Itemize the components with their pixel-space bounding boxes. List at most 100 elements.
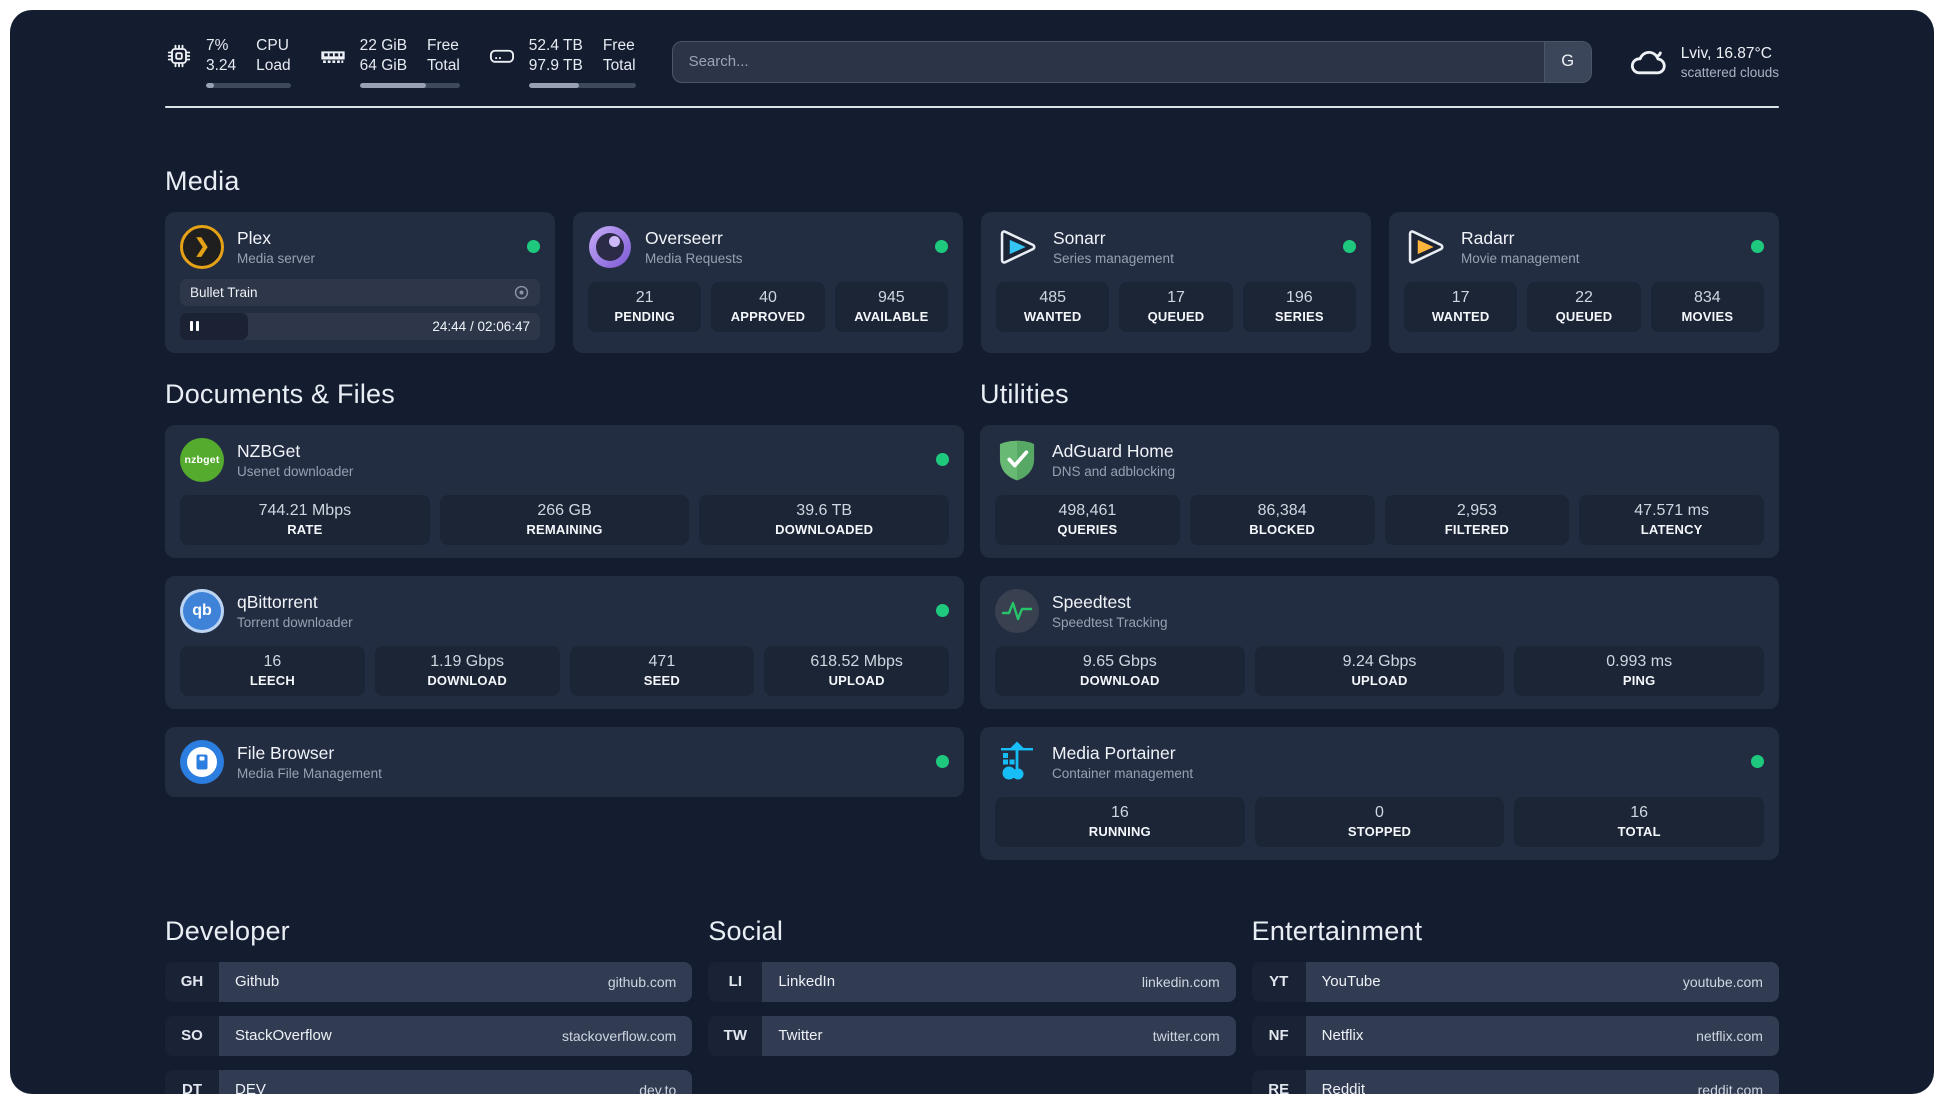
status-dot-online <box>1751 240 1764 254</box>
link-row-twitter[interactable]: TW Twitter twitter.com <box>708 1015 1236 1056</box>
ram-icon <box>320 51 345 63</box>
search-input[interactable] <box>672 41 1544 82</box>
app-subtitle: Series management <box>1053 250 1174 266</box>
app-title: NZBGet <box>237 440 301 461</box>
header-divider <box>165 105 1779 108</box>
cloud-icon <box>1630 50 1666 75</box>
app-card-filebrowser[interactable]: File Browser Media File Management <box>165 726 964 797</box>
link-row-dev[interactable]: DT DEV dev.to <box>165 1069 693 1094</box>
section-documents: Documents & Files nzbget NZBGet Usenet d… <box>165 379 964 860</box>
portainer-icon <box>1001 741 1033 780</box>
cpu-labels: CPU Load <box>256 37 291 75</box>
stat-tile: 744.21 Mbps RATE <box>180 494 430 545</box>
stat-tile: 16 LEECH <box>180 645 365 696</box>
link-url: youtube.com <box>1682 973 1763 990</box>
app-title: Plex <box>237 227 272 248</box>
app-title: Radarr <box>1461 227 1515 248</box>
weather-condition: scattered clouds <box>1680 64 1779 80</box>
stat-tile: 2,953 FILTERED <box>1384 494 1570 545</box>
stat-tile: 485 WANTED <box>996 281 1110 332</box>
link-label: Reddit <box>1321 1081 1366 1094</box>
app-title: Sonarr <box>1053 227 1106 248</box>
app-card-radarr[interactable]: Radarr Movie management 17 WANTED 22 QUE… <box>1389 211 1779 353</box>
section-title-social: Social <box>708 915 784 946</box>
sonarr-icon <box>1000 230 1036 264</box>
weather-widget: Lviv, 16.87°C scattered clouds <box>1628 42 1779 82</box>
stat-tile: 47.571 ms LATENCY <box>1579 494 1764 545</box>
stat-tile: 86,384 BLOCKED <box>1189 494 1375 545</box>
stat-tile: 0 STOPPED <box>1254 796 1505 847</box>
link-label: YouTube <box>1321 973 1381 991</box>
app-subtitle: Movie management <box>1461 250 1580 266</box>
ram-progress-bar <box>359 82 460 88</box>
stat-tile: 1.19 Gbps DOWNLOAD <box>374 645 560 696</box>
link-abbr: NF <box>1251 1015 1306 1056</box>
app-card-portainer[interactable]: Media Portainer Container management 16 … <box>980 726 1779 860</box>
playback-progress-bar[interactable]: 24:44 / 02:06:47 <box>180 312 540 340</box>
disk-progress-bar <box>528 82 636 88</box>
app-card-plex[interactable]: ❯ Plex Media server Bullet Train 24:44 /… <box>165 211 555 353</box>
search-engine-button[interactable]: G <box>1543 41 1591 82</box>
app-subtitle: Torrent downloader <box>237 614 353 630</box>
app-card-overseerr[interactable]: Overseerr Media Requests 21 PENDING 40 A… <box>573 211 963 353</box>
app-card-qbittorrent[interactable]: qb qBittorrent Torrent downloader 16 LEE… <box>165 575 964 709</box>
link-label: DEV <box>235 1081 266 1094</box>
link-url: github.com <box>607 973 677 990</box>
cpu-progress-fill <box>206 82 214 88</box>
link-row-github[interactable]: GH Github github.com <box>165 961 693 1002</box>
link-row-stackoverflow[interactable]: SO StackOverflow stackoverflow.com <box>165 1015 693 1056</box>
link-url: netflix.com <box>1696 1027 1763 1044</box>
link-row-netflix[interactable]: NF Netflix netflix.com <box>1251 1015 1779 1056</box>
stat-tile: 945 AVAILABLE <box>834 281 948 332</box>
ram-values: 22 GiB 64 GiB <box>359 37 408 75</box>
link-label: Netflix <box>1321 1027 1364 1045</box>
app-card-nzbget[interactable]: nzbget NZBGet Usenet downloader 744.21 M… <box>165 424 964 558</box>
link-url: reddit.com <box>1697 1081 1763 1094</box>
speedtest-icon <box>995 588 1039 633</box>
status-dot-online <box>936 755 949 769</box>
app-subtitle: Media File Management <box>237 765 382 781</box>
now-playing-row: Bullet Train <box>180 278 540 306</box>
section-title-developer: Developer <box>165 915 290 946</box>
app-card-sonarr[interactable]: Sonarr Series management 485 WANTED 17 Q… <box>981 211 1371 353</box>
plex-icon: ❯ <box>180 224 224 269</box>
link-abbr: LI <box>708 961 763 1002</box>
section-title-media: Media <box>165 165 240 196</box>
link-row-youtube[interactable]: YT YouTube youtube.com <box>1251 961 1779 1002</box>
link-label: Github <box>235 973 280 991</box>
stat-tile: 16 TOTAL <box>1514 796 1765 847</box>
ram-stat: 22 GiB 64 GiB Free Total <box>319 36 460 88</box>
status-dot-online <box>936 604 949 618</box>
app-subtitle: Usenet downloader <box>237 463 354 479</box>
disk-progress-fill <box>528 82 579 88</box>
app-title: Speedtest <box>1052 591 1131 612</box>
now-playing-title: Bullet Train <box>190 284 258 300</box>
stat-tile: 17 WANTED <box>1404 281 1518 332</box>
stat-tile: 196 SERIES <box>1242 281 1356 332</box>
status-dot-online <box>1751 755 1764 769</box>
status-dot-online <box>936 453 949 467</box>
system-stats: 7% 3.24 CPU Load 22 GiB 64 GiB Free Tota… <box>165 36 636 88</box>
link-abbr: RE <box>1251 1069 1306 1094</box>
circle-dot-icon[interactable] <box>513 284 530 301</box>
link-row-linkedin[interactable]: LI LinkedIn linkedin.com <box>708 961 1236 1002</box>
app-subtitle: Media server <box>237 250 316 266</box>
section-title-utilities: Utilities <box>980 378 1069 409</box>
section-developer: Developer GH Github github.com SO StackO… <box>165 915 693 1094</box>
disk-values: 52.4 TB 97.9 TB <box>528 37 583 75</box>
stat-tile: 498,461 QUERIES <box>995 494 1180 545</box>
qbittorrent-icon: qb <box>180 588 224 633</box>
stat-tile: 39.6 TB DOWNLOADED <box>699 494 950 545</box>
section-social: Social LI LinkedIn linkedin.com TW Twitt… <box>708 915 1236 1094</box>
cpu-progress-bar <box>206 82 291 88</box>
app-card-speedtest[interactable]: Speedtest Speedtest Tracking 9.65 Gbps D… <box>980 575 1779 709</box>
section-entertainment: Entertainment YT YouTube youtube.com NF … <box>1251 916 1779 1094</box>
link-label: Twitter <box>778 1027 823 1045</box>
stat-tile: 16 RUNNING <box>995 796 1245 847</box>
link-url: linkedin.com <box>1141 973 1220 990</box>
link-row-reddit[interactable]: RE Reddit reddit.com <box>1251 1069 1779 1094</box>
app-card-adguard[interactable]: AdGuard Home DNS and adblocking 498,461 … <box>980 424 1779 558</box>
link-url: dev.to <box>639 1081 677 1094</box>
link-abbr: TW <box>708 1015 763 1056</box>
stat-tile: 22 QUEUED <box>1527 281 1641 332</box>
